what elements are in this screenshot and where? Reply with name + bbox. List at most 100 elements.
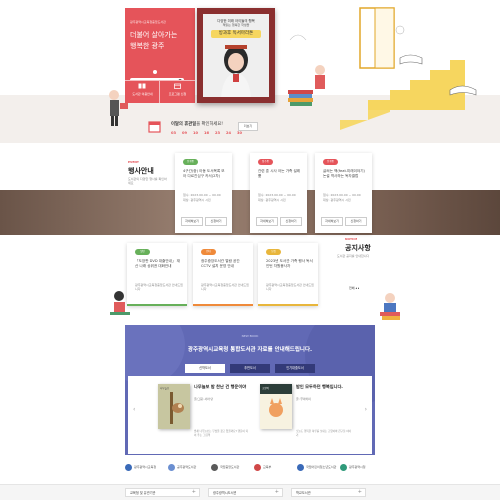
apply-button[interactable]: 신청하기 (205, 217, 227, 226)
event-card-title: 관련 훈 시사 아는 가족 설레뿜 (258, 169, 301, 178)
notice-card[interactable]: 안내 광주중앙도서관 열람 공간 CCTV 설치 운영 안내 광주광역시교육청중앙도… (193, 243, 253, 306)
plus-icon: + (191, 489, 196, 495)
notice-more-link[interactable]: 전체 ◂ ▸ (349, 286, 359, 290)
hero-tile-program-label: 프로그램 신청 (168, 92, 187, 96)
partner-logo-icon (297, 464, 304, 471)
book-item[interactable]: 나무늘보 나무늘보 밤 찬난 건 행운이야 글/그림: 사라 탄 밤새 나무늘보… (158, 384, 253, 449)
notice-card-title: 「도장판 DVD 대출안내」 재산 나래 상위권 대화안내 (135, 259, 180, 268)
status-badge: 진행중 (323, 159, 338, 165)
event-card[interactable]: 접수중 관련 훈 시사 아는 가족 설레뿜 접수: 2023.00.00 ~ 00.… (250, 153, 307, 233)
closed-day: 03 (171, 131, 177, 135)
book-cover: 고양이 (260, 384, 292, 429)
closed-day: 30 (237, 131, 243, 135)
photo-caption-sub: 책읽는 행복한 학생들 (222, 23, 250, 27)
footer-select[interactable]: 학교도서관 + (291, 488, 366, 497)
closed-days-title: 이달의 휴관일을 확인하세요! (171, 122, 224, 127)
notice-card[interactable]: 일반 「도장판 DVD 대출안내」 재산 나래 상위권 대화안내광주광역시교육청중… (127, 243, 187, 306)
book-desc: 밤새 나무늘보는 무엇을 찾고 있을까요? 행운이 되어 주는 그림책 (194, 430, 249, 437)
status-badge: 진행중 (183, 159, 198, 165)
closed-day: 16 (204, 131, 210, 135)
closed-days-more-button[interactable]: 더보기 (238, 122, 258, 131)
partner-logo[interactable]: 국립중앙도서관 (211, 462, 251, 474)
cat-icon (260, 384, 292, 417)
book-title: 밤인 모두하던 행복입니다. (296, 384, 343, 389)
calendar-red-icon (148, 121, 161, 133)
notice-card-title: 광주중앙도서관 열람 공간 CCTV 설치 운영 안내 (201, 259, 240, 268)
footer-select[interactable]: 교육청 및 유관기관 + (125, 488, 200, 497)
book-list-panel: ‹ › 나무늘보 나무늘보 밤 찬난 건 행운이야 글/그림: 사라 탄 밤새 … (128, 376, 372, 454)
apply-button[interactable]: 신청하기 (345, 217, 367, 226)
event-card-info2: 대상: 광주광역시 시민 (323, 198, 351, 202)
partner-logo-icon (168, 464, 175, 471)
book-next-button[interactable]: › (365, 406, 367, 413)
notice-card[interactable]: 모집 2023년 도서관 가족 행사 독서 인턴 자원봉사자광주광역시교육청중앙도… (258, 243, 318, 306)
book-prev-button[interactable]: ‹ (133, 406, 135, 413)
category-badge: 일반 (135, 249, 150, 255)
partner-logo-icon (211, 464, 218, 471)
plus-icon: + (357, 489, 362, 495)
reading-boy-illustration (380, 293, 400, 320)
partner-logos: 광주광역시교육청 공주광역도서관 국립중앙도서관 교육부 국립어린이청소년도서관 광주광역… (125, 462, 380, 474)
notice-card-info: 광주광역시교육청중앙도서관 안내드립니다 (266, 283, 314, 291)
hero-slogan-line1: 더불어 살아가는 (130, 31, 178, 39)
footer-select-label: 광주광역시도서관 (213, 491, 237, 495)
footer-select-label: 교육청 및 유관기관 (130, 491, 156, 495)
event-card[interactable]: 진행중 글써는 책(feat.미래이야기) 논설 역사하는 독자클럽 접수: 202… (315, 153, 372, 233)
book-title: 나무늘보 밤 찬난 건 행운이야 (194, 384, 247, 389)
apply-button[interactable]: 신청하기 (280, 217, 302, 226)
status-badge: 접수중 (258, 159, 273, 165)
hero-photo-frame[interactable]: 다양한 미래 아이들의 행복 책읽는 행복한 학생들 방과후 독서마라톤 (197, 8, 275, 103)
detail-button[interactable]: 자세히보기 (321, 217, 343, 226)
plus-icon: + (274, 489, 279, 495)
book-cover-text: 고양이 (262, 387, 269, 390)
partner-logo-label: 광주광역시청 (349, 465, 366, 469)
notice-card-info: 광주광역시교육청중앙도서관 안내드립니다 (135, 283, 183, 291)
book-tab-popular[interactable]: 인기대출도서 (275, 364, 315, 373)
hero-left-illustration (109, 90, 128, 126)
hero-slogan-line2: 행복한 광주 (130, 42, 165, 50)
hero-photo: 다양한 미래 아이들의 행복 책읽는 행복한 학생들 방과후 독서마라톤 (203, 14, 269, 97)
footer-select[interactable]: 광주광역시도서관 + (208, 488, 283, 497)
notice-card-title: 2023년 도서관 가족 행사 독서 인턴 자원봉사자 (266, 259, 313, 268)
book-item[interactable]: 고양이 밤인 모두하던 행복입니다. 글: 무라카미 오늘도 행복한 하루를 보… (260, 384, 355, 449)
event-card-title: 글써는 책(feat.미래이야기) 논설 역사하는 독자클럽 (323, 169, 365, 178)
category-badge: 모집 (266, 249, 281, 255)
event-section-desc: 도서관의 다양한 행사를 확인하세요 (128, 177, 167, 185)
book-author: 글/그림: 사라 탄 (194, 397, 214, 401)
closed-day: 23 (215, 131, 221, 135)
book-desc: 오늘도 행복한 하루를 보내는 고양이와 친구들 이야기 (296, 430, 352, 437)
sloth-icon (170, 392, 184, 424)
hero-illustration (288, 7, 477, 130)
book-tab-new[interactable]: 신착도서 (185, 364, 225, 373)
partner-logo[interactable]: 국립어린이청소년도서관 (297, 462, 337, 474)
book-tabs: 신착도서 추천도서 인기대출도서 (185, 364, 315, 374)
event-card-info2: 대상: 광주광역시 시민 (183, 198, 211, 202)
partner-logo[interactable]: 광주광역시교육청 (125, 462, 165, 474)
event-card[interactable]: 진행중 4구간(중) 아동 도서목록 모아 다르진심구 카서(2차) 접수: 202… (175, 153, 232, 233)
book-author: 글: 무라카미 (296, 397, 311, 401)
notice-section-title: 공지사항 (345, 244, 371, 252)
book-cover: 나무늘보 (158, 384, 190, 429)
partner-logo-label: 국립어린이청소년도서관 (306, 465, 337, 469)
category-badge: 안내 (201, 249, 216, 255)
closed-day: 10 (193, 131, 199, 135)
book-tab-recommend[interactable]: 추천도서 (230, 364, 270, 373)
partner-logo-icon (254, 464, 261, 471)
photo-title: 방과후 독서마라톤 (211, 30, 261, 38)
hero-tile-program[interactable]: 프로그램 신청 (160, 80, 195, 103)
book-cover-text: 나무늘보 (160, 387, 170, 390)
slide-dot[interactable] (153, 70, 157, 74)
hero-red-top: 광주광역시교육청중앙도서관 (130, 20, 166, 24)
footer-select-label: 학교도서관 (296, 491, 311, 495)
event-card-info1: 접수: 2023.00.00 ~ 00.00 (183, 193, 221, 197)
closed-day: 09 (182, 131, 188, 135)
partner-logo[interactable]: 공주광역도서관 (168, 462, 208, 474)
book-section-heading: 광주광역시교육청 통합도서관 자료를 안내해드립니다. (187, 347, 313, 353)
detail-button[interactable]: 자세히보기 (181, 217, 203, 226)
partner-logo[interactable]: 교육부 (254, 462, 294, 474)
detail-button[interactable]: 자세히보기 (256, 217, 278, 226)
partner-logo-label: 국립중앙도서관 (220, 465, 240, 469)
partner-logo-label: 광주광역시교육청 (134, 465, 157, 469)
partner-logo[interactable]: 광주광역시청 (340, 462, 380, 474)
partner-logo-label: 교육부 (263, 465, 272, 469)
